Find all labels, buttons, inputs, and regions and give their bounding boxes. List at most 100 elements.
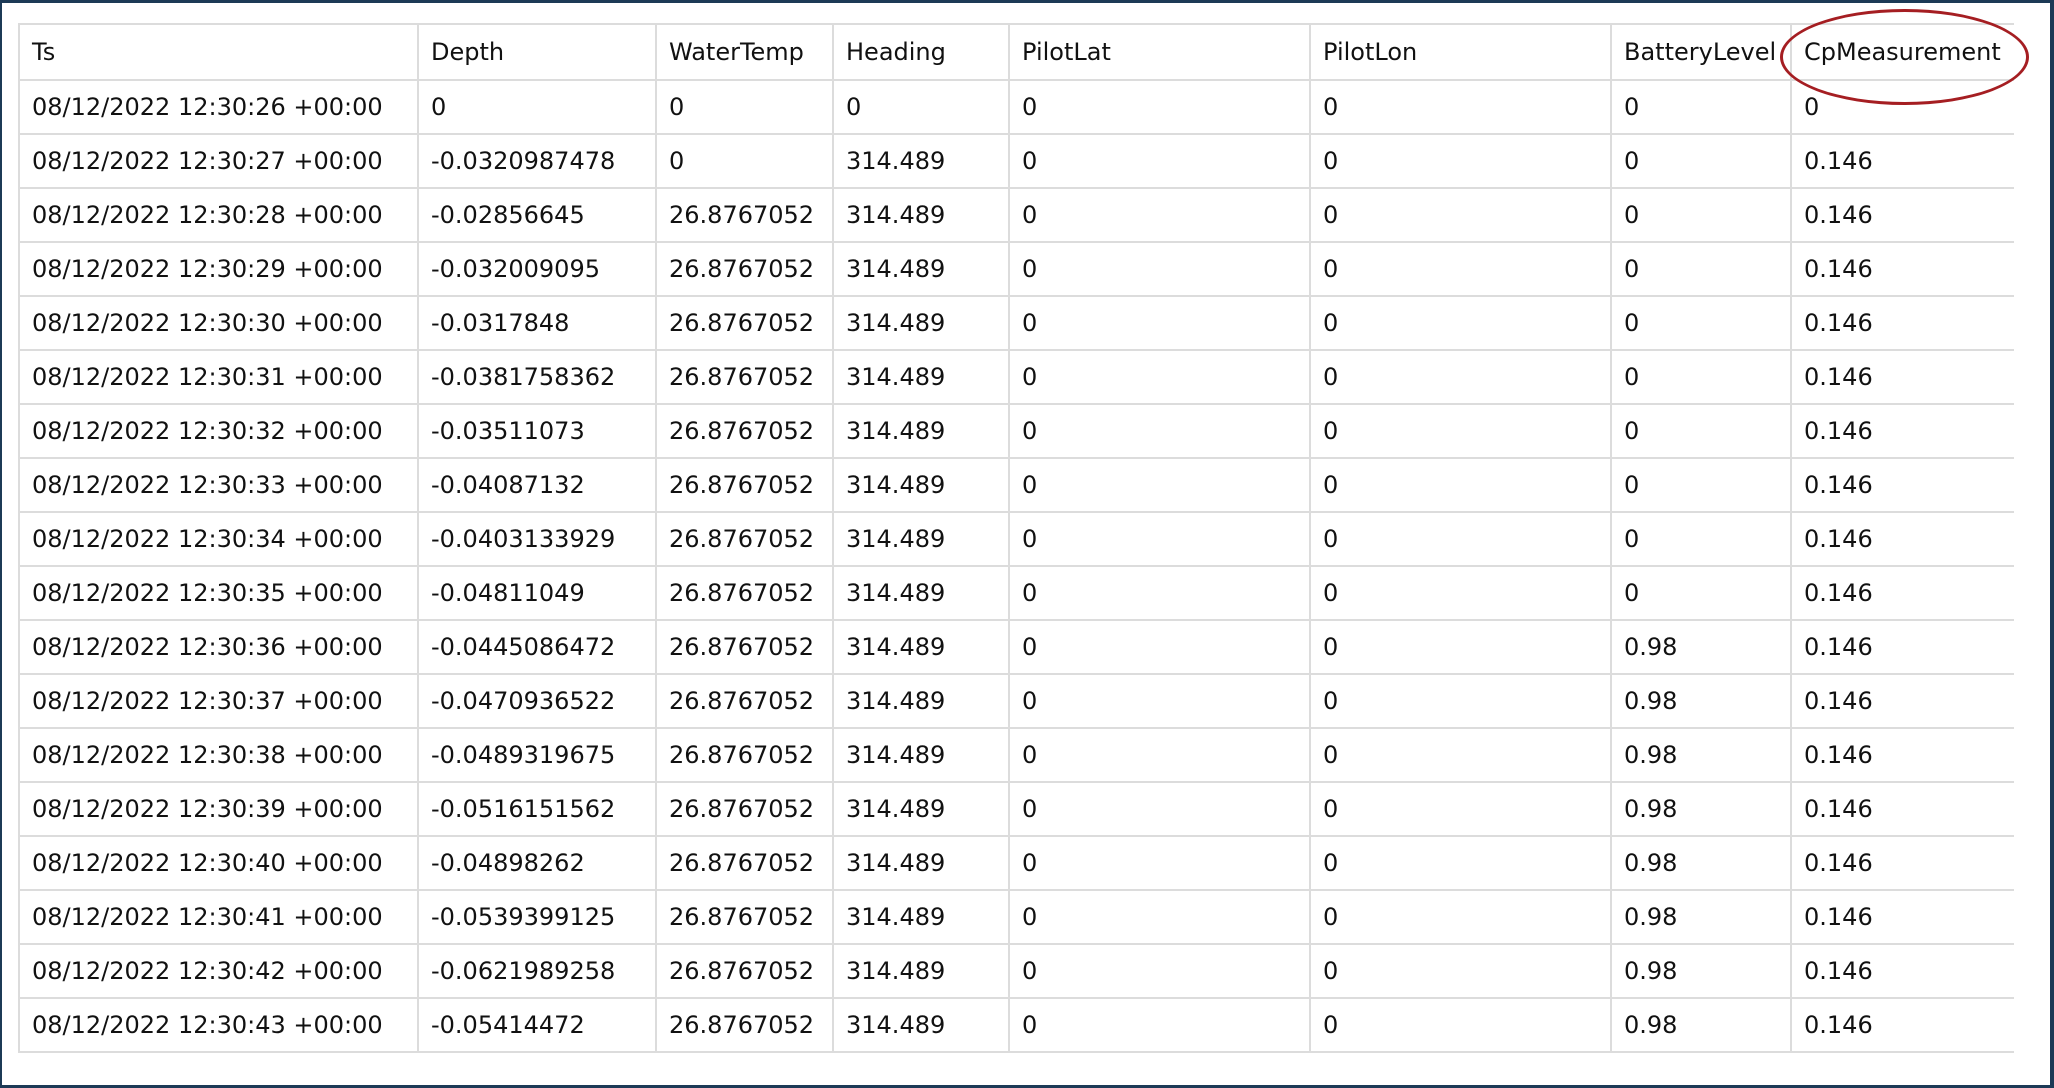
cell-cpmeasurement: 0.146 <box>1790 835 2014 891</box>
cell-depth: -0.0445086472 <box>417 619 657 675</box>
table-row: 08/12/2022 12:30:35 +00:00 -0.04811049 26.… <box>18 565 2014 621</box>
cell-watertemp: 26.8767052 <box>655 295 834 351</box>
table-row: 08/12/2022 12:30:28 +00:00 -0.02856645 26.… <box>18 187 2014 243</box>
cell-depth: -0.0489319675 <box>417 727 657 783</box>
cell-batterylevel: 0.98 <box>1610 673 1792 729</box>
cell-depth: 0 <box>417 79 657 135</box>
cell-ts: 08/12/2022 12:30:42 +00:00 <box>18 943 419 999</box>
cell-watertemp: 26.8767052 <box>655 727 834 783</box>
cell-batterylevel: 0 <box>1610 349 1792 405</box>
cell-batterylevel: 0 <box>1610 295 1792 351</box>
cell-heading: 314.489 <box>832 133 1010 189</box>
table-viewport: Ts Depth WaterTemp Heading PilotLat PilotLon B… <box>18 23 2014 1085</box>
cell-pilotlon: 0 <box>1309 673 1612 729</box>
column-header-batterylevel[interactable]: BatteryLevel <box>1610 23 1792 81</box>
cell-pilotlat: 0 <box>1008 889 1311 945</box>
cell-heading: 314.489 <box>832 673 1010 729</box>
cell-watertemp: 26.8767052 <box>655 403 834 459</box>
table-row: 08/12/2022 12:30:26 +00:00 0 0 0 0 0 0 0 <box>18 79 2014 135</box>
table-row: 08/12/2022 12:30:42 +00:00 -0.0621989258 2… <box>18 943 2014 999</box>
cell-watertemp: 26.8767052 <box>655 349 834 405</box>
cell-depth: -0.0470936522 <box>417 673 657 729</box>
cell-heading: 314.489 <box>832 727 1010 783</box>
column-header-ts[interactable]: Ts <box>18 23 419 81</box>
cell-pilotlon: 0 <box>1309 889 1612 945</box>
cell-depth: -0.0403133929 <box>417 511 657 567</box>
cell-ts: 08/12/2022 12:30:27 +00:00 <box>18 133 419 189</box>
cell-pilotlon: 0 <box>1309 133 1612 189</box>
cell-ts: 08/12/2022 12:30:34 +00:00 <box>18 511 419 567</box>
column-header-pilotlat[interactable]: PilotLat <box>1008 23 1311 81</box>
cell-pilotlat: 0 <box>1008 565 1311 621</box>
cell-heading: 314.489 <box>832 943 1010 999</box>
cell-pilotlat: 0 <box>1008 511 1311 567</box>
cell-pilotlon: 0 <box>1309 511 1612 567</box>
cell-pilotlon: 0 <box>1309 835 1612 891</box>
cell-watertemp: 26.8767052 <box>655 619 834 675</box>
table-row: 08/12/2022 12:30:31 +00:00 -0.0381758362 2… <box>18 349 2014 405</box>
cell-cpmeasurement: 0.146 <box>1790 403 2014 459</box>
cell-pilotlon: 0 <box>1309 241 1612 297</box>
cell-ts: 08/12/2022 12:30:39 +00:00 <box>18 781 419 837</box>
cell-cpmeasurement: 0.146 <box>1790 457 2014 513</box>
cell-watertemp: 26.8767052 <box>655 511 834 567</box>
cell-watertemp: 26.8767052 <box>655 781 834 837</box>
cell-cpmeasurement: 0.146 <box>1790 997 2014 1053</box>
cell-heading: 0 <box>832 79 1010 135</box>
cell-cpmeasurement: 0.146 <box>1790 349 2014 405</box>
cell-ts: 08/12/2022 12:30:38 +00:00 <box>18 727 419 783</box>
cell-depth: -0.0516151562 <box>417 781 657 837</box>
cell-heading: 314.489 <box>832 403 1010 459</box>
column-header-heading[interactable]: Heading <box>832 23 1010 81</box>
cell-ts: 08/12/2022 12:30:30 +00:00 <box>18 295 419 351</box>
cell-cpmeasurement: 0.146 <box>1790 727 2014 783</box>
column-header-depth[interactable]: Depth <box>417 23 657 81</box>
cell-batterylevel: 0.98 <box>1610 727 1792 783</box>
column-header-pilotlon[interactable]: PilotLon <box>1309 23 1612 81</box>
cell-pilotlon: 0 <box>1309 619 1612 675</box>
data-table: Ts Depth WaterTemp Heading PilotLat PilotLon B… <box>18 23 2014 1053</box>
table-header-row: Ts Depth WaterTemp Heading PilotLat PilotLon B… <box>18 23 2014 81</box>
cell-ts: 08/12/2022 12:30:28 +00:00 <box>18 187 419 243</box>
cell-cpmeasurement: 0.146 <box>1790 241 2014 297</box>
cell-heading: 314.489 <box>832 619 1010 675</box>
cell-heading: 314.489 <box>832 565 1010 621</box>
cell-pilotlon: 0 <box>1309 457 1612 513</box>
table-row: 08/12/2022 12:30:30 +00:00 -0.0317848 26.8… <box>18 295 2014 351</box>
cell-cpmeasurement: 0.146 <box>1790 133 2014 189</box>
cell-batterylevel: 0.98 <box>1610 835 1792 891</box>
cell-pilotlon: 0 <box>1309 781 1612 837</box>
column-header-watertemp[interactable]: WaterTemp <box>655 23 834 81</box>
cell-pilotlon: 0 <box>1309 997 1612 1053</box>
cell-ts: 08/12/2022 12:30:26 +00:00 <box>18 79 419 135</box>
cell-cpmeasurement: 0.146 <box>1790 781 2014 837</box>
cell-heading: 314.489 <box>832 241 1010 297</box>
cell-ts: 08/12/2022 12:30:43 +00:00 <box>18 997 419 1053</box>
cell-cpmeasurement: 0.146 <box>1790 889 2014 945</box>
cell-batterylevel: 0 <box>1610 79 1792 135</box>
cell-pilotlon: 0 <box>1309 295 1612 351</box>
cell-batterylevel: 0 <box>1610 511 1792 567</box>
cell-pilotlat: 0 <box>1008 673 1311 729</box>
cell-watertemp: 0 <box>655 133 834 189</box>
table-row: 08/12/2022 12:30:36 +00:00 -0.0445086472 2… <box>18 619 2014 675</box>
cell-watertemp: 0 <box>655 79 834 135</box>
table-row: 08/12/2022 12:30:41 +00:00 -0.0539399125 2… <box>18 889 2014 945</box>
cell-watertemp: 26.8767052 <box>655 187 834 243</box>
cell-pilotlon: 0 <box>1309 349 1612 405</box>
cell-batterylevel: 0.98 <box>1610 943 1792 999</box>
table-row: 08/12/2022 12:30:39 +00:00 -0.0516151562 2… <box>18 781 2014 837</box>
table-row: 08/12/2022 12:30:38 +00:00 -0.0489319675 2… <box>18 727 2014 783</box>
cell-ts: 08/12/2022 12:30:35 +00:00 <box>18 565 419 621</box>
cell-ts: 08/12/2022 12:30:37 +00:00 <box>18 673 419 729</box>
cell-pilotlat: 0 <box>1008 997 1311 1053</box>
table-row: 08/12/2022 12:30:43 +00:00 -0.05414472 26.… <box>18 997 2014 1053</box>
cell-depth: -0.04811049 <box>417 565 657 621</box>
cell-depth: -0.032009095 <box>417 241 657 297</box>
table-row: 08/12/2022 12:30:37 +00:00 -0.0470936522 2… <box>18 673 2014 729</box>
cell-pilotlon: 0 <box>1309 187 1612 243</box>
cell-cpmeasurement: 0.146 <box>1790 187 2014 243</box>
cell-heading: 314.489 <box>832 781 1010 837</box>
column-header-cpmeasurement[interactable]: CpMeasurement <box>1790 23 2014 81</box>
table-row: 08/12/2022 12:30:29 +00:00 -0.032009095 26… <box>18 241 2014 297</box>
